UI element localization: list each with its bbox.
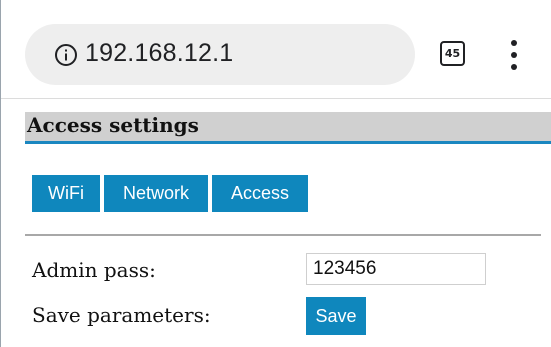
url-text[interactable]: 192.168.12.1 — [85, 39, 233, 68]
menu-dot — [511, 64, 517, 70]
save-parameters-label: Save parameters: — [32, 303, 211, 327]
menu-dot — [511, 52, 517, 58]
tab-switcher-button[interactable]: 45 — [440, 41, 465, 66]
address-bar[interactable]: 192.168.12.1 — [25, 24, 415, 85]
tab-access[interactable]: Access — [212, 175, 308, 212]
admin-pass-input[interactable] — [306, 253, 486, 285]
admin-pass-label: Admin pass: — [32, 258, 156, 282]
section-divider — [25, 234, 541, 236]
tab-network[interactable]: Network — [104, 175, 208, 212]
more-vert-icon[interactable] — [508, 40, 520, 70]
tab-wifi[interactable]: WiFi — [32, 175, 100, 212]
frame-left-edge — [0, 0, 1, 347]
menu-dot — [511, 40, 517, 46]
tab-count: 45 — [444, 47, 461, 60]
info-icon[interactable] — [54, 43, 78, 67]
save-button[interactable]: Save — [306, 297, 366, 335]
page-title: Access settings — [27, 113, 199, 137]
section-header: Access settings — [25, 112, 551, 144]
browser-toolbar: 192.168.12.1 45 — [0, 0, 551, 99]
